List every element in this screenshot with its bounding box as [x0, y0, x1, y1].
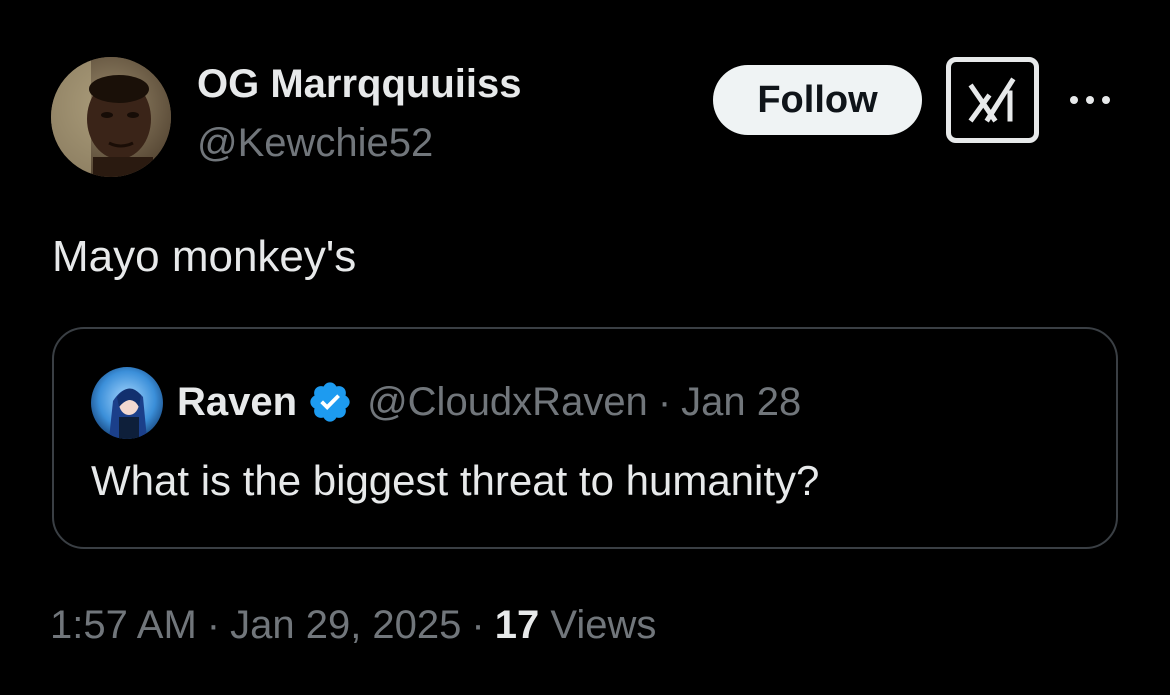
quoted-tweet-header: Raven @CloudxRaven · Jan 28 — [177, 379, 801, 425]
tweet-date[interactable]: Jan 29, 2025 — [230, 603, 461, 647]
meta-separator: · — [471, 603, 485, 647]
more-horizontal-icon — [1070, 96, 1110, 104]
tweet-text: Mayo monkey's — [52, 232, 357, 281]
views-count[interactable]: 17 — [495, 603, 540, 647]
quoted-separator: · — [657, 379, 672, 424]
verified-badge-icon — [307, 379, 353, 425]
author-display-name[interactable]: OG Marrqquuiiss — [197, 62, 522, 107]
author-avatar[interactable] — [51, 57, 171, 177]
quoted-tweet-text: What is the biggest threat to humanity? — [91, 457, 820, 504]
views-label[interactable]: Views — [550, 603, 656, 647]
quoted-author-handle[interactable]: @CloudxRaven — [367, 380, 648, 425]
quoted-tweet-date[interactable]: Jan 28 — [681, 380, 801, 425]
grok-logo-icon — [968, 77, 1015, 123]
more-options-button[interactable] — [1065, 88, 1115, 112]
author-handle[interactable]: @Kewchie52 — [197, 121, 433, 166]
quoted-author-avatar-image — [91, 367, 163, 439]
quoted-author-name[interactable]: Raven — [177, 380, 297, 425]
quoted-tweet-card[interactable]: Raven @CloudxRaven · Jan 28 What is the … — [52, 327, 1118, 549]
tweet-time[interactable]: 1:57 AM — [50, 603, 197, 647]
quoted-author-avatar[interactable] — [91, 367, 163, 439]
grok-button[interactable] — [946, 57, 1039, 143]
follow-button[interactable]: Follow — [713, 65, 922, 135]
author-avatar-image — [51, 57, 171, 177]
meta-separator: · — [206, 603, 221, 647]
tweet-meta: 1:57 AM · Jan 29, 2025 · 17 Views — [50, 603, 656, 648]
follow-button-label: Follow — [757, 78, 878, 121]
